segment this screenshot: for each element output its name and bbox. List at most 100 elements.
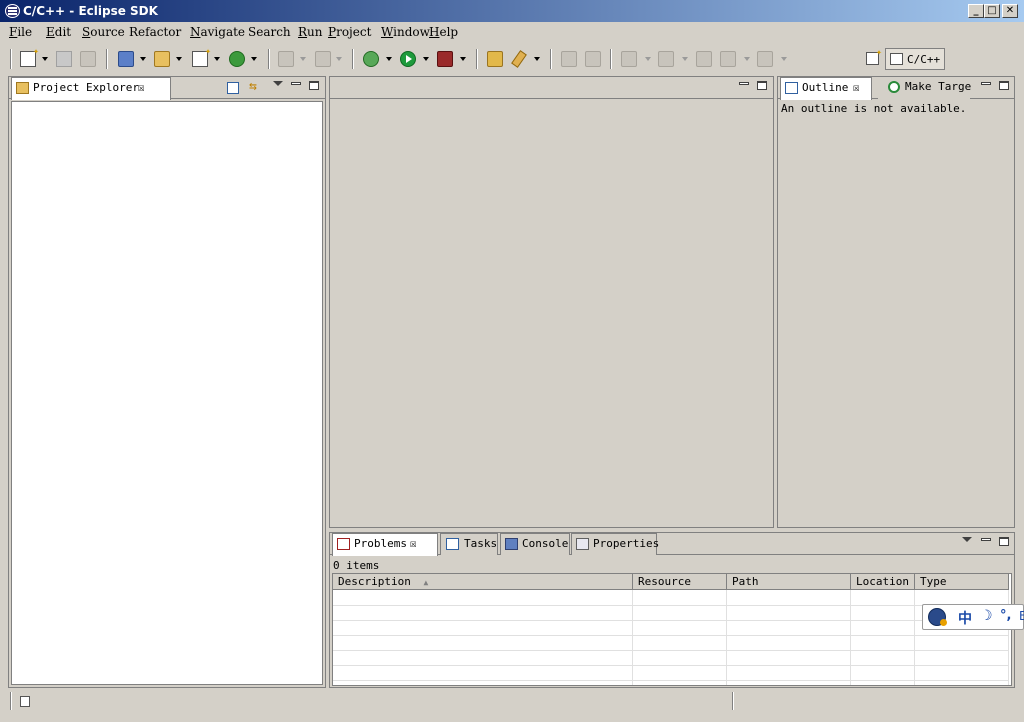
new-folder-dropdown-icon[interactable] bbox=[176, 57, 182, 61]
open-type-icon[interactable] bbox=[487, 51, 503, 67]
toolbar-separator bbox=[476, 49, 478, 69]
build-config-icon[interactable] bbox=[315, 51, 331, 67]
debug-dropdown-icon[interactable] bbox=[386, 57, 392, 61]
problems-table[interactable]: Description ▲ Resource Path Location Typ… bbox=[332, 573, 1012, 686]
forward-dropdown-icon[interactable] bbox=[781, 57, 787, 61]
maximize-view-icon[interactable] bbox=[309, 81, 319, 90]
new-project-dropdown-icon[interactable] bbox=[140, 57, 146, 61]
col-location[interactable]: Location bbox=[851, 574, 915, 590]
minimize-view-icon[interactable] bbox=[739, 82, 749, 85]
new-file-icon[interactable] bbox=[20, 46, 39, 67]
menu-edit[interactable]: Edit bbox=[46, 25, 71, 39]
build-dropdown-icon[interactable] bbox=[300, 57, 306, 61]
outline-icon bbox=[785, 82, 798, 94]
close-icon[interactable]: ☒ bbox=[410, 534, 417, 554]
forward-arrow-icon[interactable] bbox=[757, 51, 773, 67]
ime-extra-button[interactable]: E bbox=[1019, 609, 1024, 623]
new-source-file-icon[interactable] bbox=[192, 46, 211, 67]
next-annotation-dropdown-icon[interactable] bbox=[645, 57, 651, 61]
show-whitespace-icon[interactable] bbox=[585, 51, 601, 67]
minimize-view-icon[interactable] bbox=[291, 82, 301, 85]
close-icon[interactable]: ☒ bbox=[138, 78, 145, 98]
new-class-icon[interactable] bbox=[229, 51, 245, 67]
tab-console[interactable]: Console bbox=[500, 533, 570, 555]
problems-count: 0 items bbox=[333, 559, 380, 572]
new-project-icon[interactable] bbox=[118, 51, 134, 67]
ime-language-toggle[interactable]: 中 bbox=[958, 608, 972, 628]
view-menu-icon[interactable] bbox=[962, 537, 972, 542]
external-tools-dropdown-icon[interactable] bbox=[460, 57, 466, 61]
menu-source[interactable]: Source bbox=[82, 25, 125, 39]
tab-make-target[interactable]: Make Targe bbox=[878, 77, 971, 99]
search-pen-icon[interactable] bbox=[511, 50, 527, 68]
back-dropdown-icon[interactable] bbox=[744, 57, 750, 61]
menu-source-label: ource bbox=[90, 25, 125, 39]
print-icon[interactable] bbox=[80, 51, 96, 67]
ime-toolbar[interactable]: 中 ☽ °, E bbox=[922, 604, 1024, 630]
col-resource[interactable]: Resource bbox=[633, 574, 727, 590]
close-icon[interactable]: ☒ bbox=[853, 78, 860, 98]
new-folder-icon[interactable] bbox=[154, 51, 170, 67]
menu-refactor[interactable]: Refactor bbox=[129, 25, 181, 39]
tab-tasks[interactable]: Tasks bbox=[440, 533, 498, 555]
new-dropdown-icon[interactable] bbox=[42, 57, 48, 61]
title-bar: C/C++ - Eclipse SDK _ □ ✕ bbox=[0, 0, 1024, 22]
col-type[interactable]: Type bbox=[915, 574, 1009, 590]
run-icon[interactable] bbox=[400, 51, 416, 67]
perspective-cpp[interactable]: C/C++ bbox=[885, 48, 945, 70]
tab-properties[interactable]: Properties bbox=[571, 533, 659, 555]
run-dropdown-icon[interactable] bbox=[423, 57, 429, 61]
grid-line bbox=[333, 635, 1009, 636]
col-path[interactable]: Path bbox=[727, 574, 851, 590]
menu-window[interactable]: Window bbox=[381, 25, 430, 39]
maximize-view-icon[interactable] bbox=[999, 81, 1009, 90]
external-tools-icon[interactable] bbox=[437, 51, 453, 67]
menu-search[interactable]: Search bbox=[248, 25, 291, 39]
maximize-button[interactable]: □ bbox=[984, 4, 1000, 18]
view-menu-icon[interactable] bbox=[273, 81, 283, 86]
toolbar-separator bbox=[106, 49, 108, 69]
menu-file[interactable]: File bbox=[9, 25, 32, 39]
close-button[interactable]: ✕ bbox=[1002, 4, 1018, 18]
tab-outline[interactable]: Outline ☒ bbox=[780, 77, 872, 100]
minimize-view-icon[interactable] bbox=[981, 82, 991, 85]
menu-navigate[interactable]: Navigate bbox=[190, 25, 245, 39]
tab-project-explorer[interactable]: Project Explorer ☒ bbox=[11, 77, 171, 100]
next-annotation-icon[interactable] bbox=[621, 51, 637, 67]
last-edit-icon[interactable] bbox=[696, 51, 712, 67]
toggle-block-icon[interactable] bbox=[561, 51, 577, 67]
debug-icon[interactable] bbox=[363, 51, 379, 67]
fast-view-icon[interactable] bbox=[20, 696, 30, 707]
link-editor-icon[interactable]: ⇆ bbox=[249, 80, 263, 94]
prev-annotation-icon[interactable] bbox=[658, 51, 674, 67]
menu-file-label: ile bbox=[17, 25, 33, 39]
maximize-view-icon[interactable] bbox=[757, 81, 767, 90]
project-tree[interactable] bbox=[11, 101, 323, 685]
menu-run[interactable]: Run bbox=[298, 25, 323, 39]
tab-problems[interactable]: Problems ☒ bbox=[332, 533, 438, 556]
maximize-view-icon[interactable] bbox=[999, 537, 1009, 546]
menu-help-mnemonic: H bbox=[429, 25, 440, 39]
minimize-button[interactable]: _ bbox=[968, 4, 984, 18]
minimize-view-icon[interactable] bbox=[981, 538, 991, 541]
menu-edit-mnemonic: E bbox=[46, 25, 55, 39]
save-icon[interactable] bbox=[56, 51, 72, 67]
new-source-dropdown-icon[interactable] bbox=[214, 57, 220, 61]
build-config-dropdown-icon[interactable] bbox=[336, 57, 342, 61]
menu-project[interactable]: Project bbox=[328, 25, 371, 39]
collapse-all-icon[interactable] bbox=[227, 82, 239, 94]
back-arrow-icon[interactable] bbox=[720, 51, 736, 67]
toolbar-separator bbox=[610, 49, 612, 69]
search-dropdown-icon[interactable] bbox=[534, 57, 540, 61]
window-title: C/C++ - Eclipse SDK bbox=[23, 4, 158, 18]
col-path-label: Path bbox=[732, 575, 759, 588]
menu-help[interactable]: Help bbox=[429, 25, 458, 39]
ime-width-toggle[interactable]: ☽ bbox=[980, 608, 993, 624]
outline-message: An outline is not available. bbox=[781, 102, 967, 115]
open-perspective-icon[interactable] bbox=[866, 47, 882, 65]
col-description[interactable]: Description ▲ bbox=[333, 574, 633, 590]
new-class-dropdown-icon[interactable] bbox=[251, 57, 257, 61]
ime-punctuation-toggle[interactable]: °, bbox=[1000, 608, 1011, 623]
prev-annotation-dropdown-icon[interactable] bbox=[682, 57, 688, 61]
build-hammer-icon[interactable] bbox=[278, 51, 294, 67]
